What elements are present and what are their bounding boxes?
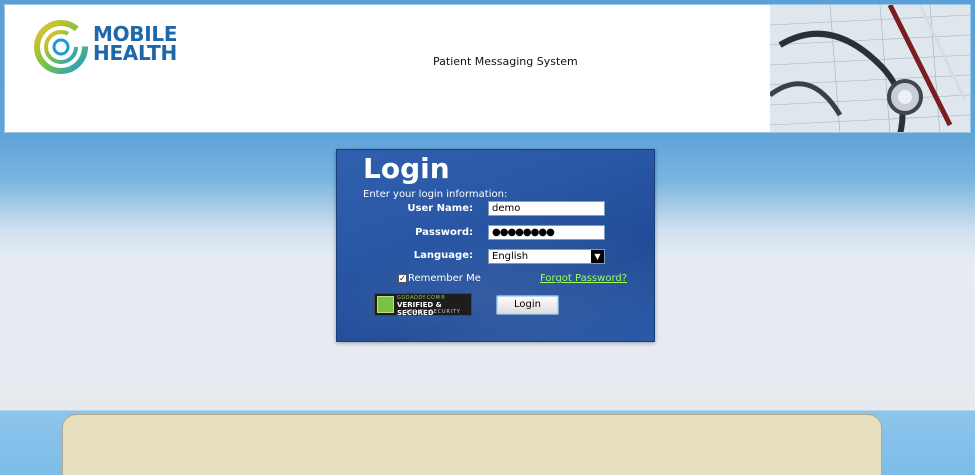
chevron-down-icon[interactable]: ▼ [591, 250, 604, 263]
app-subtitle: Patient Messaging System [433, 55, 578, 68]
login-button[interactable]: Login [496, 295, 559, 315]
password-input[interactable]: ●●●●●●●● [488, 225, 605, 240]
username-label: User Name: [407, 203, 473, 214]
language-select[interactable]: English ▼ [488, 249, 605, 264]
mobile-health-logo: MOBILE HEALTH [33, 19, 193, 79]
password-label: Password: [415, 227, 473, 238]
forgot-password-link[interactable]: Forgot Password? [540, 273, 627, 284]
username-input[interactable]: demo [488, 201, 605, 216]
remember-me-checkbox[interactable]: ✓ [398, 274, 407, 283]
login-title: Login [363, 152, 450, 185]
header-banner: MOBILE HEALTH Patient Messaging System [4, 4, 971, 133]
stethoscope-photo [770, 5, 970, 132]
language-selected-value: English [492, 251, 529, 262]
remember-me-option[interactable]: ✓ Remember Me [398, 273, 481, 284]
login-panel: Login Enter your login information: User… [336, 149, 655, 342]
verified-secured-seal[interactable]: GODADDY.COM® VERIFIED & SECURED VERIFY S… [374, 293, 472, 317]
login-instructions: Enter your login information: [363, 189, 508, 200]
seal-verify: VERIFY SECURITY [405, 309, 461, 315]
logo-text-health: HEALTH [93, 41, 177, 65]
remember-me-label: Remember Me [408, 273, 481, 284]
logo-mark-icon [34, 20, 88, 74]
shield-lock-icon [377, 296, 394, 313]
footer-content-box [62, 414, 882, 475]
language-label: Language: [413, 250, 473, 261]
